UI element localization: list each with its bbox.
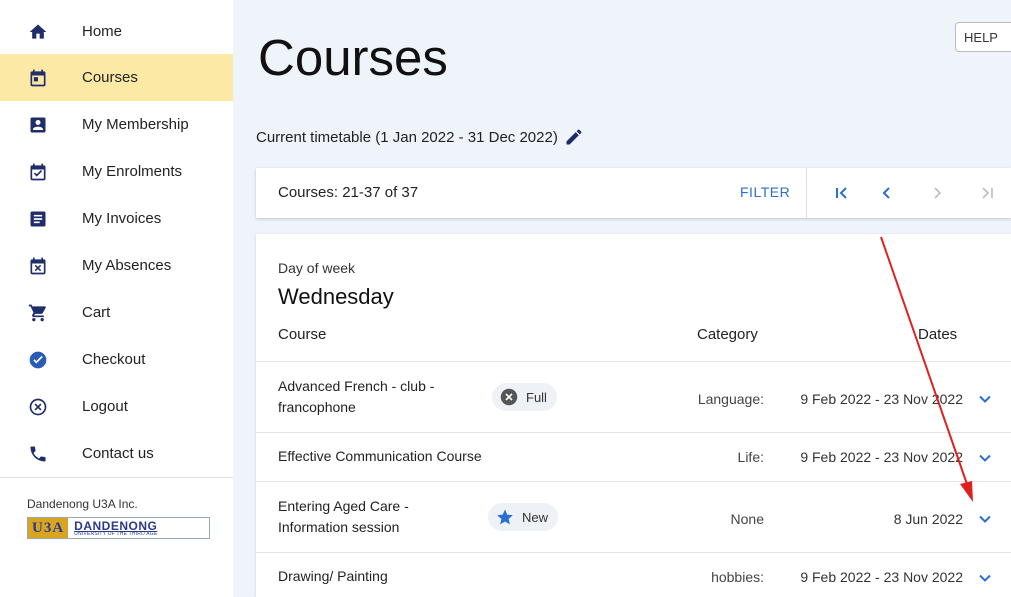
sidebar: Home Courses My Membership My Enrolments…	[0, 0, 233, 597]
org-name: Dandenong U3A Inc.	[27, 497, 138, 511]
last-page-icon	[982, 187, 993, 199]
sidebar-item-contact-us[interactable]: Contact us	[0, 430, 233, 477]
star-icon	[496, 508, 514, 526]
table-row[interactable]: Entering Aged Care - Information session…	[256, 481, 1011, 552]
logo-mark: U3A	[28, 518, 69, 538]
home-icon	[27, 21, 49, 43]
check-circle-icon	[27, 349, 49, 371]
chevron-down-icon[interactable]	[976, 390, 994, 408]
column-header-category: Category	[697, 326, 758, 343]
calendar-icon	[27, 67, 49, 89]
course-name: Advanced French - club - francophone	[278, 378, 435, 415]
first-page-icon	[836, 187, 847, 199]
phone-icon	[27, 443, 49, 465]
table-row[interactable]: Drawing/ Painting hobbies: 9 Feb 2022 - …	[256, 552, 1011, 597]
sidebar-item-home[interactable]: Home	[0, 8, 233, 55]
sidebar-item-logout[interactable]: Logout	[0, 383, 233, 430]
org-logo: U3A DANDENONG UNIVERSITY OF THE THIRD AG…	[27, 517, 210, 539]
last-page-button[interactable]	[976, 182, 998, 204]
sidebar-item-label: My Absences	[82, 257, 172, 274]
previous-page-button[interactable]	[876, 182, 898, 204]
filter-button[interactable]: FILTER	[740, 184, 790, 200]
invoice-icon	[27, 208, 49, 230]
page-title: Courses	[258, 29, 448, 86]
calendar-check-icon	[27, 161, 49, 183]
chevron-down-icon[interactable]	[976, 510, 994, 528]
column-header-dates: Dates	[918, 326, 958, 343]
course-count: Courses: 21-37 of 37	[278, 184, 419, 201]
sidebar-item-cart[interactable]: Cart	[0, 289, 233, 336]
timetable-label: Current timetable (1 Jan 2022 - 31 Dec 2…	[256, 128, 558, 146]
sidebar-item-my-absences[interactable]: My Absences	[0, 242, 233, 289]
course-dates: 9 Feb 2022 - 23 Nov 2022	[800, 569, 963, 585]
current-timetable: Current timetable (1 Jan 2022 - 31 Dec 2…	[256, 127, 584, 147]
column-header-course: Course	[278, 326, 327, 343]
logo-tagline: UNIVERSITY OF THE THIRD AGE	[74, 530, 158, 537]
id-card-icon	[27, 114, 49, 136]
sidebar-item-my-enrolments[interactable]: My Enrolments	[0, 148, 233, 195]
courses-toolbar: Courses: 21-37 of 37 FILTER	[256, 168, 1011, 218]
chevron-left-icon	[882, 187, 890, 199]
course-category: hobbies:	[711, 569, 764, 585]
first-page-button[interactable]	[831, 182, 853, 204]
toolbar-divider	[806, 168, 807, 218]
table-row[interactable]: Effective Communication Course Life: 9 F…	[256, 432, 1011, 481]
chevron-down-icon[interactable]	[976, 569, 994, 587]
sidebar-item-label: Home	[82, 23, 123, 40]
close-circle-icon	[27, 396, 49, 418]
help-button[interactable]: HELP	[955, 22, 1011, 52]
sidebar-item-label: My Enrolments	[82, 163, 183, 180]
course-category: Language:	[697, 391, 764, 407]
course-category: None	[730, 511, 764, 527]
sidebar-item-label: Contact us	[82, 445, 154, 462]
sidebar-divider	[0, 477, 233, 478]
full-icon	[500, 388, 518, 406]
course-dates: 8 Jun 2022	[893, 511, 963, 527]
chevron-right-icon	[934, 187, 942, 199]
cart-icon	[27, 302, 49, 324]
pencil-icon[interactable]	[564, 127, 584, 147]
course-listing: Day of week Wednesday Course Category Da…	[256, 234, 1011, 597]
table-row[interactable]: Advanced French - club - francophone Ful…	[256, 361, 1011, 432]
sidebar-item-label: Cart	[82, 304, 111, 321]
course-dates: 9 Feb 2022 - 23 Nov 2022	[800, 391, 963, 407]
day-of-week-label: Day of week	[278, 260, 356, 276]
main-content: Courses HELP Current timetable (1 Jan 20…	[233, 0, 1011, 597]
calendar-x-icon	[27, 255, 49, 277]
sidebar-item-label: My Invoices	[82, 210, 162, 227]
course-name: Effective Communication Course	[278, 448, 482, 464]
course-name: Entering Aged Care - Information session	[278, 498, 409, 535]
status-badge: Full	[492, 383, 557, 411]
sidebar-item-checkout[interactable]: Checkout	[0, 336, 233, 383]
sidebar-item-label: Courses	[82, 69, 138, 86]
sidebar-item-label: Checkout	[82, 351, 146, 368]
next-page-button[interactable]	[926, 182, 948, 204]
sidebar-item-label: Logout	[82, 398, 128, 415]
sidebar-item-my-membership[interactable]: My Membership	[0, 101, 233, 148]
course-dates: 9 Feb 2022 - 23 Nov 2022	[800, 449, 963, 465]
status-badge: New	[488, 503, 559, 531]
sidebar-item-label: My Membership	[82, 116, 189, 133]
course-name: Drawing/ Painting	[278, 568, 388, 584]
sidebar-item-courses[interactable]: Courses	[0, 54, 233, 101]
logo-name: DANDENONG	[74, 518, 158, 533]
day-of-week-value: Wednesday	[278, 284, 394, 309]
sidebar-item-my-invoices[interactable]: My Invoices	[0, 195, 233, 242]
chevron-down-icon[interactable]	[976, 449, 994, 467]
course-category: Life:	[737, 449, 764, 465]
